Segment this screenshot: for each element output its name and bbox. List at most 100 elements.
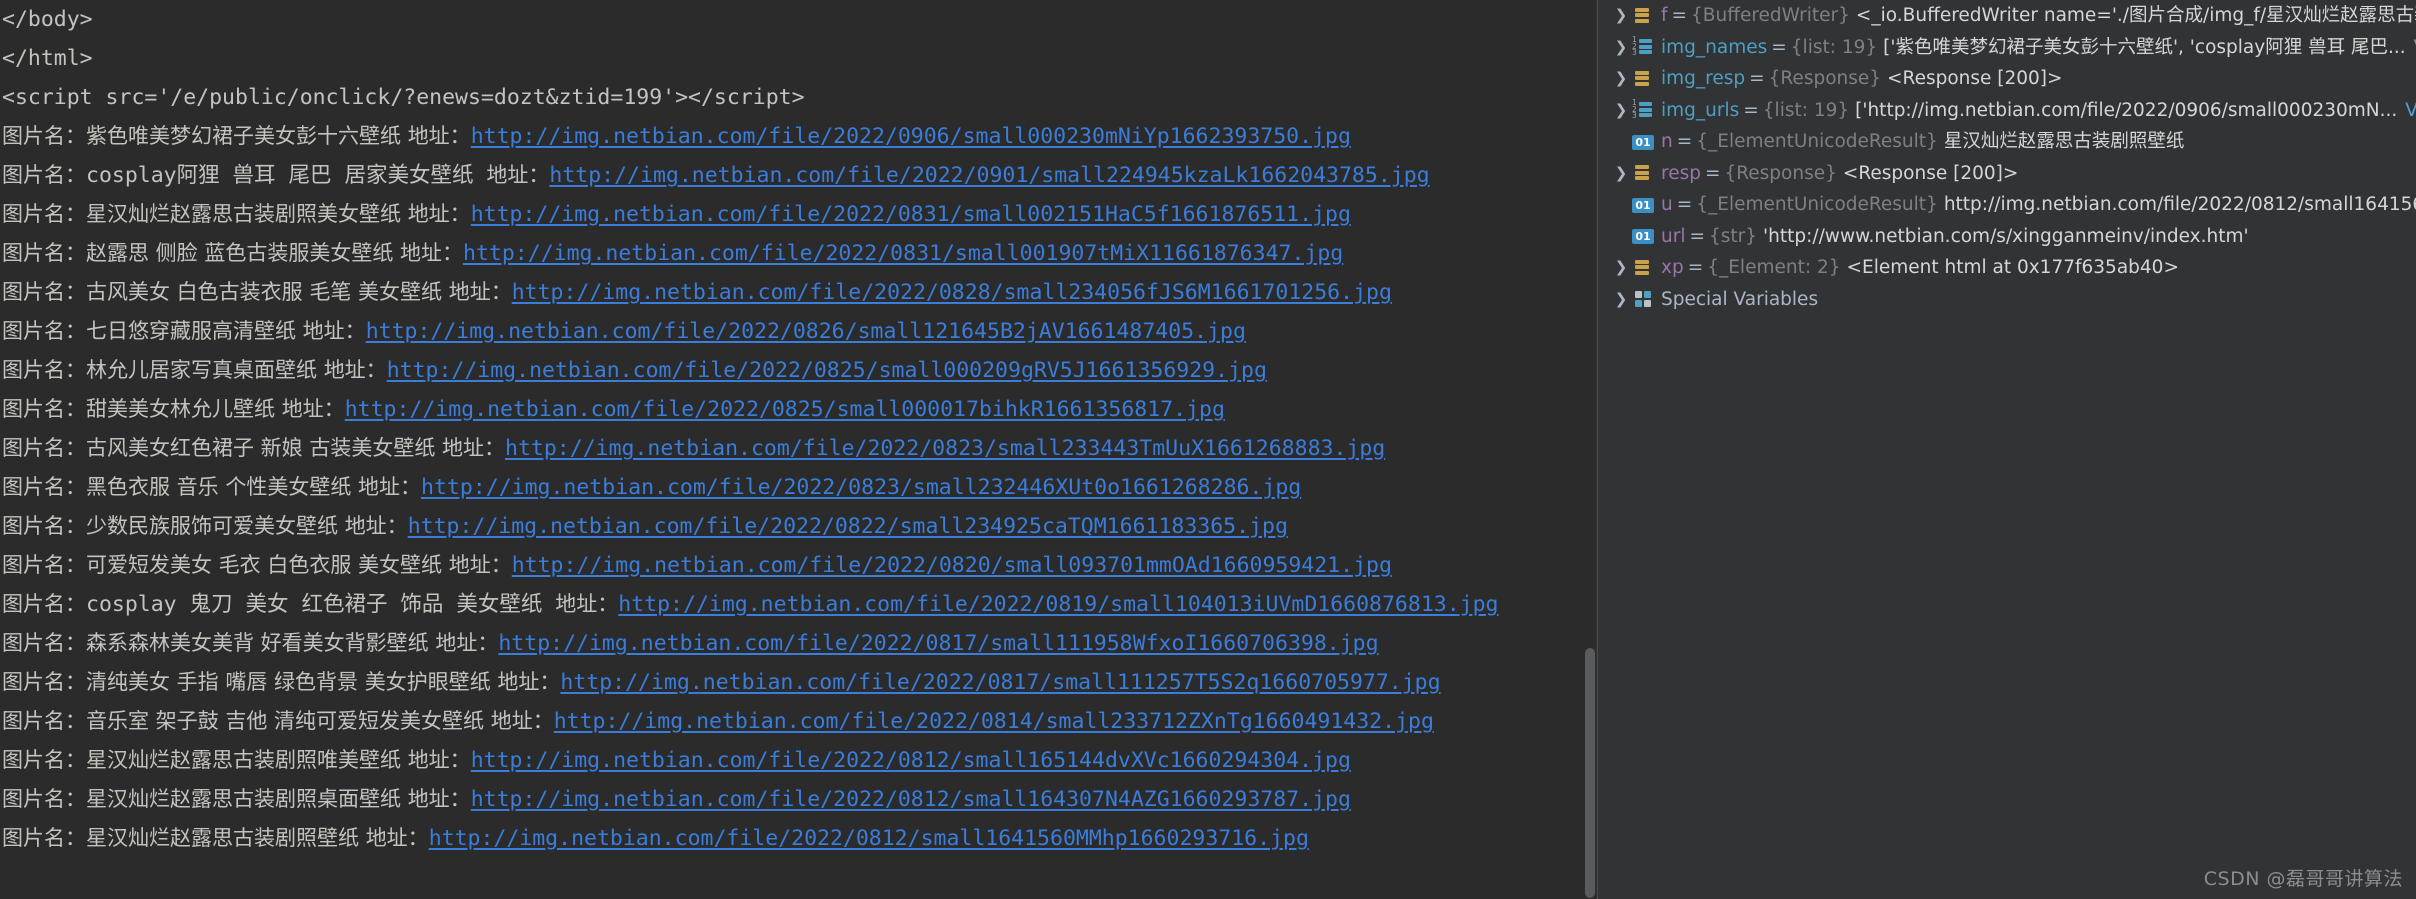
variable-value: <Response [200]> — [1842, 162, 2019, 184]
console-vertical-scrollbar[interactable] — [1583, 0, 1597, 899]
equals-sign: = — [1676, 194, 1693, 215]
console-image-line: 图片名：七日悠穿藏服高清壁纸 地址：http://img.netbian.com… — [2, 312, 1597, 351]
image-url-link[interactable]: http://img.netbian.com/file/2022/0812/sm… — [471, 787, 1351, 812]
variable-row[interactable]: ❯01 n={_ElementUnicodeResult}星汉灿烂赵露思古装剧照壁… — [1598, 126, 2416, 158]
list-icon: 1 2 3 — [1632, 99, 1654, 119]
image-address-label: 地址： — [497, 670, 561, 694]
variable-row[interactable]: ❯ 1 2 3 img_names = {list: 19} ['紫色唯美梦幻裙子美女彭十… — [1598, 32, 2416, 64]
image-name-value: cosplay 鬼刀 美女 红色裙子 饰品 美女壁纸 — [86, 592, 556, 617]
variable-row[interactable]: ❯01 url={str}'http://www.netbian.com/s/xi… — [1598, 221, 2416, 253]
image-url-link[interactable]: http://img.netbian.com/file/2022/0823/sm… — [505, 436, 1385, 461]
image-url-link[interactable]: http://img.netbian.com/file/2022/0901/sm… — [549, 163, 1429, 188]
variable-type: {list: 19} — [1790, 36, 1878, 58]
image-name-label: 图片名： — [2, 748, 86, 772]
image-url-link[interactable]: http://img.netbian.com/file/2022/0831/sm… — [463, 241, 1343, 266]
image-url-link[interactable]: http://img.netbian.com/file/2022/0820/sm… — [512, 553, 1392, 578]
image-name-label: 图片名： — [2, 553, 86, 577]
image-address-label: 地址： — [400, 241, 464, 265]
image-url-link[interactable]: http://img.netbian.com/file/2022/0822/sm… — [408, 514, 1288, 539]
image-url-link[interactable]: http://img.netbian.com/file/2022/0823/sm… — [421, 475, 1301, 500]
chevron-right-icon[interactable]: ❯ — [1610, 252, 1632, 284]
image-name-label: 图片名： — [2, 124, 86, 148]
image-address-label: 地址： — [490, 709, 554, 733]
image-name-value: 星汉灿烂赵露思古装剧照桌面壁纸 — [86, 787, 408, 811]
image-name-label: 图片名： — [2, 319, 86, 343]
image-address-label: 地址： — [555, 592, 619, 616]
view-link[interactable]: View — [2406, 32, 2416, 64]
image-name-label: 图片名： — [2, 280, 86, 304]
variable-row[interactable]: ❯01 u={_ElementUnicodeResult}http://img.n… — [1598, 189, 2416, 221]
image-name-label: 图片名： — [2, 202, 86, 226]
image-url-link[interactable]: http://img.netbian.com/file/2022/0906/sm… — [471, 124, 1351, 149]
variable-value: 'http://www.netbian.com/s/xingganmeinv/i… — [1763, 225, 2249, 247]
image-url-link[interactable]: http://img.netbian.com/file/2022/0825/sm… — [387, 358, 1267, 383]
chevron-placeholder: ❯ — [1610, 221, 1632, 253]
variable-name: n — [1661, 131, 1673, 152]
object-icon — [1632, 164, 1654, 182]
image-url-link[interactable]: http://img.netbian.com/file/2022/0828/sm… — [512, 280, 1392, 305]
variable-name: img_names — [1661, 36, 1768, 58]
variable-row[interactable]: ❯ img_resp = {Response} <Response [200]> — [1598, 63, 2416, 95]
image-address-label: 地址： — [407, 787, 471, 811]
chevron-right-icon[interactable]: ❯ — [1610, 284, 1632, 316]
console-image-line: 图片名：星汉灿烂赵露思古装剧照唯美壁纸 地址：http://img.netbia… — [2, 741, 1597, 780]
chevron-right-icon[interactable]: ❯ — [1610, 63, 1632, 95]
image-url-link[interactable]: http://img.netbian.com/file/2022/0826/sm… — [366, 319, 1246, 344]
console-image-line: 图片名：星汉灿烂赵露思古装剧照桌面壁纸 地址：http://img.netbia… — [2, 780, 1597, 819]
console-image-line: 图片名：黑色衣服 音乐 个性美女壁纸 地址：http://img.netbian… — [2, 468, 1597, 507]
variable-type: {list: 19} — [1762, 99, 1850, 121]
variable-value: http://img.netbian.com/file/2022/0812/sm… — [1943, 194, 2416, 215]
variable-row[interactable]: ❯ xp = {_Element: 2} <Element html at 0x177f… — [1598, 252, 2416, 284]
chevron-placeholder: ❯ — [1610, 126, 1632, 158]
image-name-value: 星汉灿烂赵露思古装剧照唯美壁纸 — [86, 748, 408, 772]
image-url-link[interactable]: http://img.netbian.com/file/2022/0812/sm… — [429, 826, 1309, 851]
console-image-line: 图片名：清纯美女 手指 嘴唇 绿色背景 美女护眼壁纸 地址：http://img… — [2, 663, 1597, 702]
image-name-label: 图片名： — [2, 826, 86, 850]
image-name-value: 黑色衣服 音乐 个性美女壁纸 — [86, 475, 359, 499]
special-variables-row[interactable]: ❯ Special Variables — [1598, 284, 2416, 316]
object-icon — [1632, 70, 1654, 88]
console-image-line: 图片名：古风美女红色裙子 新娘 古装美女壁纸 地址：http://img.net… — [2, 429, 1597, 468]
image-name-label: 图片名： — [2, 475, 86, 499]
console-scrollbar-thumb[interactable] — [1585, 648, 1595, 898]
console-image-line: 图片名：紫色唯美梦幻裙子美女彭十六壁纸 地址：http://img.netbia… — [2, 117, 1597, 156]
watermark: CSDN @磊哥哥讲算法 — [2203, 868, 2403, 890]
image-url-link[interactable]: http://img.netbian.com/file/2022/0814/sm… — [554, 709, 1434, 734]
console-image-line: 图片名：可爱短发美女 毛衣 白色衣服 美女壁纸 地址：http://img.ne… — [2, 546, 1597, 585]
console-image-line: 图片名：cosplay 鬼刀 美女 红色裙子 饰品 美女壁纸 地址：http:/… — [2, 585, 1597, 624]
variable-type: {_ElementUnicodeResult} — [1696, 131, 1938, 152]
console-image-line: 图片名：cosplay阿狸 兽耳 尾巴 居家美女壁纸 地址：http://img… — [2, 156, 1597, 195]
image-url-link[interactable]: http://img.netbian.com/file/2022/0817/sm… — [498, 631, 1378, 656]
equals-sign: = — [1743, 99, 1759, 121]
image-name-label: 图片名： — [2, 436, 86, 460]
variable-value: <_io.BufferedWriter name='./图片合成/img_f/星… — [1855, 5, 2416, 26]
image-address-label: 地址： — [486, 163, 550, 187]
variable-row[interactable]: ❯ resp = {Response} <Response [200]> — [1598, 158, 2416, 190]
image-url-link[interactable]: http://img.netbian.com/file/2022/0825/sm… — [345, 397, 1225, 422]
variable-name: url — [1661, 225, 1686, 247]
console-image-line: 图片名：甜美美女林允儿壁纸 地址：http://img.netbian.com/… — [2, 390, 1597, 429]
image-name-label: 图片名： — [2, 397, 86, 421]
chevron-right-icon[interactable]: ❯ — [1610, 0, 1632, 32]
image-name-value: 音乐室 架子鼓 吉他 清纯可爱短发美女壁纸 — [86, 709, 491, 733]
image-url-link[interactable]: http://img.netbian.com/file/2022/0819/sm… — [618, 592, 1498, 617]
image-name-label: 图片名： — [2, 163, 86, 187]
scalar-icon: 01 — [1632, 229, 1654, 245]
variables-pane[interactable]: ❯ f = {BufferedWriter} <_io.BufferedWriter n… — [1597, 0, 2416, 899]
variable-row[interactable]: ❯ f = {BufferedWriter} <_io.BufferedWriter n… — [1598, 0, 2416, 32]
variable-value: ['紫色唯美梦幻裙子美女彭十六壁纸', 'cosplay阿狸 兽耳 尾巴... — [1883, 36, 2406, 58]
console-output-pane[interactable]: </body> </html> <script src='/e/public/onc… — [0, 0, 1597, 899]
equals-sign: = — [1749, 68, 1765, 89]
variable-row[interactable]: ❯ 1 2 3 img_urls = {list: 19} ['http://img.ne… — [1598, 95, 2416, 127]
view-link[interactable]: View — [2397, 95, 2416, 127]
special-variables-label: Special Variables — [1661, 288, 1819, 310]
chevron-right-icon[interactable]: ❯ — [1610, 95, 1632, 127]
image-url-link[interactable]: http://img.netbian.com/file/2022/0831/sm… — [471, 202, 1351, 227]
variable-value: <Element html at 0x177f635ab40> — [1846, 257, 2179, 278]
console-image-line: 图片名：古风美女 白色古装衣服 毛笔 美女壁纸 地址：http://img.ne… — [2, 273, 1597, 312]
chevron-right-icon[interactable]: ❯ — [1610, 32, 1632, 64]
image-name-value: 森系森林美女美背 好看美女背影壁纸 — [86, 631, 436, 655]
image-url-link[interactable]: http://img.netbian.com/file/2022/0817/sm… — [560, 670, 1440, 695]
chevron-right-icon[interactable]: ❯ — [1610, 158, 1632, 190]
image-url-link[interactable]: http://img.netbian.com/file/2022/0812/sm… — [471, 748, 1351, 773]
